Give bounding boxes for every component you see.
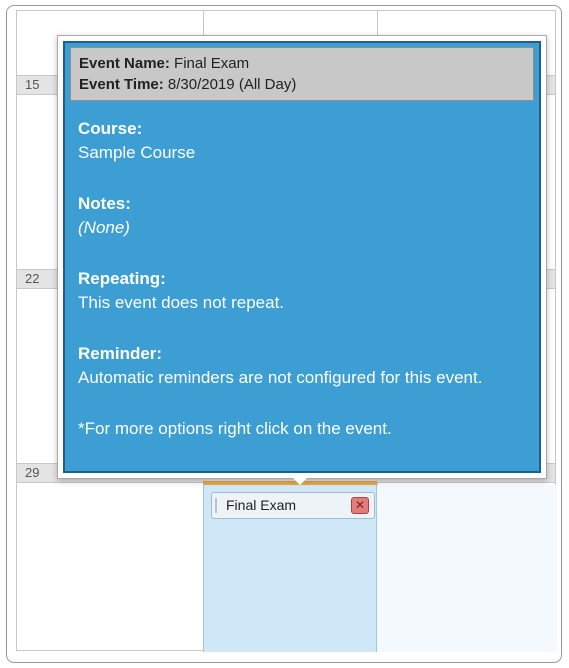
event-time-row: Event Time: 8/30/2019 (All Day) bbox=[79, 74, 533, 95]
notes-label: Notes: bbox=[78, 194, 131, 213]
notes-value: (None) bbox=[78, 218, 130, 237]
event-time-label: Event Time: bbox=[79, 76, 164, 93]
window-frame: 15 22 29 Final Exam ✕ Event Name: Final … bbox=[6, 5, 562, 663]
day-number[interactable]: 29 bbox=[25, 465, 39, 480]
day-cell[interactable] bbox=[377, 485, 557, 652]
day-number[interactable]: 15 bbox=[25, 77, 39, 92]
event-tooltip: Event Name: Final Exam Event Time: 8/30/… bbox=[57, 35, 547, 479]
day-number[interactable]: 22 bbox=[25, 271, 39, 286]
repeating-label: Repeating: bbox=[78, 269, 166, 288]
tooltip-header: Event Name: Final Exam Event Time: 8/30/… bbox=[70, 47, 534, 101]
tooltip-details: Course: Sample Course Notes: (None) Repe… bbox=[78, 117, 529, 441]
close-icon[interactable]: ✕ bbox=[351, 497, 369, 514]
tooltip-pointer bbox=[293, 478, 307, 485]
today-indicator bbox=[203, 481, 377, 485]
reminder-value: Automatic reminders are not configured f… bbox=[78, 368, 483, 387]
tooltip-body: Event Name: Final Exam Event Time: 8/30/… bbox=[63, 41, 541, 473]
repeating-section: Repeating: This event does not repeat. bbox=[78, 267, 529, 315]
event-name-row: Event Name: Final Exam bbox=[79, 53, 533, 74]
tooltip-footer: *For more options right click on the eve… bbox=[78, 419, 392, 438]
course-label: Course: bbox=[78, 119, 143, 138]
drag-handle[interactable] bbox=[215, 498, 217, 513]
event-name-label: Event Name: bbox=[79, 55, 170, 72]
course-section: Course: Sample Course bbox=[78, 117, 529, 165]
course-value: Sample Course bbox=[78, 143, 196, 162]
repeating-value: This event does not repeat. bbox=[78, 293, 285, 312]
event-time-value: 8/30/2019 (All Day) bbox=[167, 76, 297, 93]
event-name-value: Final Exam bbox=[174, 55, 250, 72]
reminder-section: Reminder: Automatic reminders are not co… bbox=[78, 342, 529, 390]
event-title: Final Exam bbox=[226, 497, 297, 513]
calendar-event[interactable]: Final Exam ✕ bbox=[211, 492, 375, 519]
reminder-label: Reminder: bbox=[78, 344, 163, 363]
notes-section: Notes: (None) bbox=[78, 192, 529, 240]
